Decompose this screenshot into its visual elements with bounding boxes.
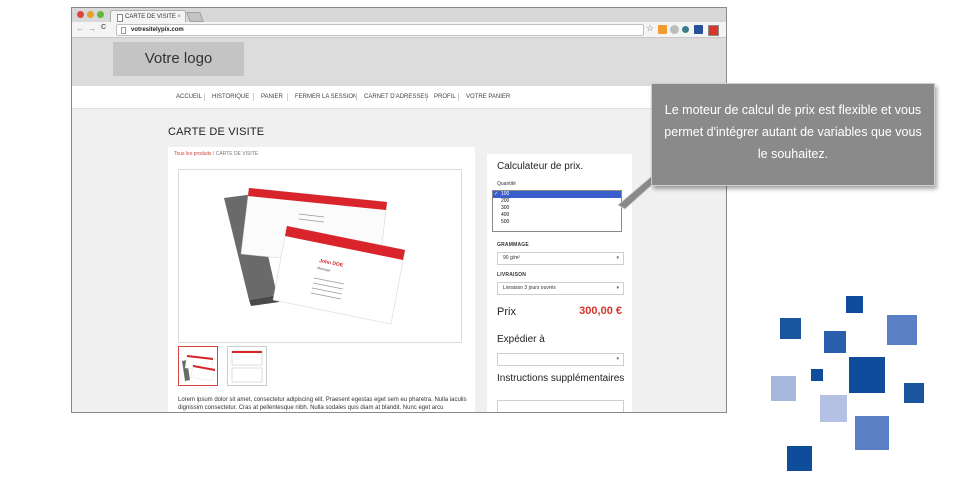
decor-square bbox=[849, 357, 885, 393]
callout-box: Le moteur de calcul de prix est flexible… bbox=[651, 83, 935, 186]
callout-pointer bbox=[617, 175, 664, 210]
decor-square bbox=[787, 446, 812, 471]
decor-square bbox=[904, 383, 924, 403]
decor-square bbox=[780, 318, 801, 339]
decor-square bbox=[811, 369, 823, 381]
decor-square bbox=[771, 376, 796, 401]
decor-square bbox=[820, 395, 847, 422]
decor-square bbox=[887, 315, 917, 345]
callout-text: Le moteur de calcul de prix est flexible… bbox=[664, 103, 922, 161]
decor-square bbox=[846, 296, 863, 313]
decor-square bbox=[824, 331, 846, 353]
decor-square bbox=[855, 416, 889, 450]
